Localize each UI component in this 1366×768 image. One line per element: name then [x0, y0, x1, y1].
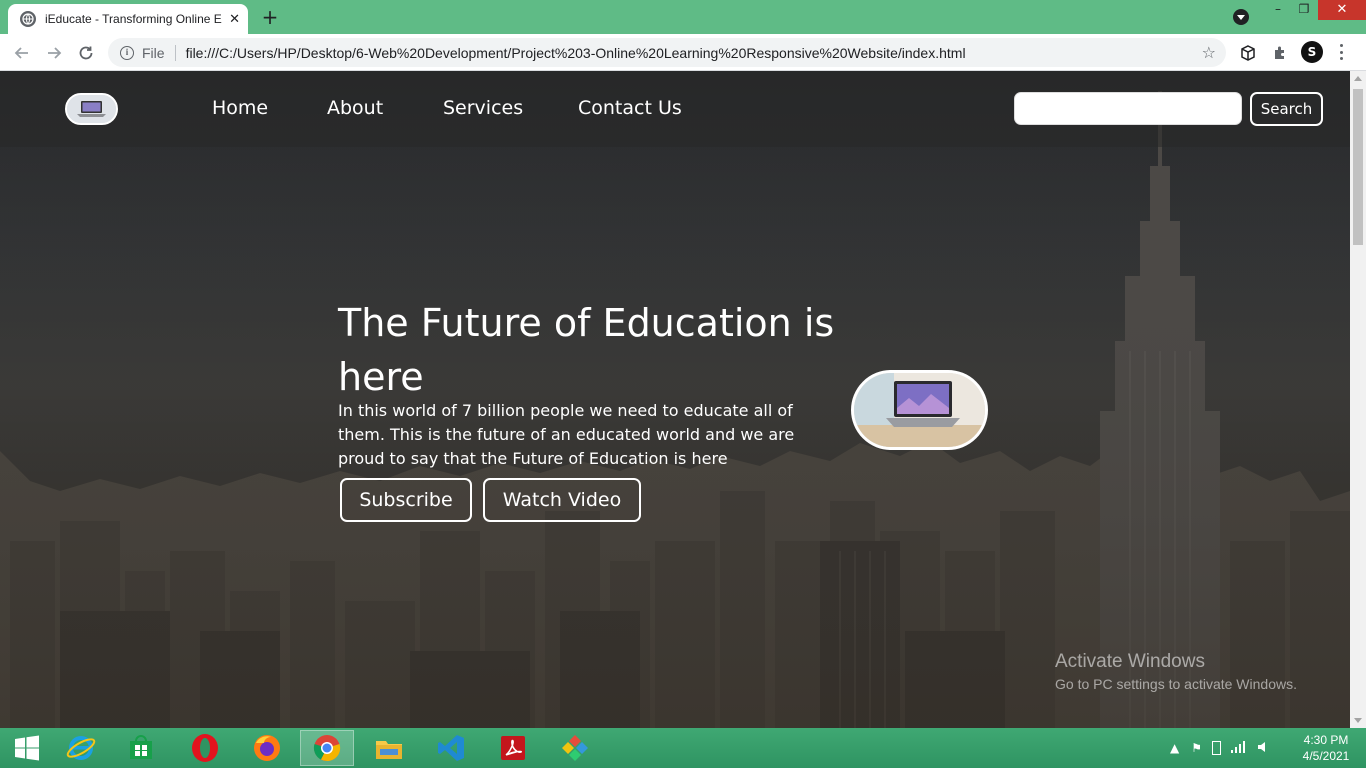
- tab-title: iEducate - Transforming Online E: [45, 12, 222, 26]
- scrollbar-thumb[interactable]: [1353, 89, 1363, 245]
- globe-icon: [20, 11, 36, 27]
- browser-titlebar: iEducate - Transforming Online E ✕ + – ❐…: [0, 0, 1366, 34]
- site-search-input[interactable]: [1014, 92, 1242, 125]
- clock-time: 4:30 PM: [1303, 733, 1349, 747]
- firefox-icon[interactable]: [240, 730, 294, 766]
- extensions-puzzle-icon[interactable]: [1270, 43, 1290, 63]
- browser-toolbar: i File file:///C:/Users/HP/Desktop/6-Web…: [0, 34, 1366, 71]
- watch-video-button[interactable]: Watch Video: [483, 478, 641, 522]
- url-separator: [174, 44, 176, 61]
- nav-link-services[interactable]: Services: [443, 97, 523, 119]
- pinned-app-icon[interactable]: [548, 730, 602, 766]
- acrobat-icon[interactable]: [486, 730, 540, 766]
- site-logo-laptop[interactable]: [65, 93, 118, 125]
- internet-explorer-icon[interactable]: [54, 730, 108, 766]
- watermark-title: Activate Windows: [1055, 651, 1205, 672]
- page-viewport: Home About Services Contact Us Search Th…: [0, 71, 1350, 728]
- battery-icon[interactable]: [1212, 741, 1221, 755]
- windows-taskbar: ▲ ⚑ 4:30 PM 4/5/2021: [0, 728, 1366, 768]
- window-close-button[interactable]: ✕: [1318, 0, 1366, 20]
- tray-overflow-icon[interactable]: ▲: [1170, 741, 1179, 755]
- site-search-button[interactable]: Search: [1250, 92, 1323, 126]
- nav-link-about[interactable]: About: [327, 97, 383, 119]
- chrome-icon[interactable]: [300, 730, 354, 766]
- hero-description: In this world of 7 billion people we nee…: [338, 401, 795, 468]
- nav-link-home[interactable]: Home: [212, 97, 268, 119]
- profile-avatar[interactable]: S: [1301, 41, 1323, 63]
- browser-menu-icon[interactable]: [1340, 44, 1344, 60]
- file-explorer-icon[interactable]: [362, 730, 416, 766]
- forward-arrow-icon[interactable]: [43, 42, 65, 64]
- minimize-button[interactable]: –: [1264, 0, 1292, 20]
- clock-date: 4/5/2021: [1302, 749, 1350, 763]
- site-navbar: Home About Services Contact Us Search: [0, 71, 1350, 147]
- back-arrow-icon[interactable]: [11, 42, 33, 64]
- site-info-icon[interactable]: i: [120, 45, 134, 60]
- vscode-icon[interactable]: [424, 730, 478, 766]
- network-signal-icon[interactable]: [1231, 740, 1247, 756]
- page-scrollbar[interactable]: [1350, 71, 1366, 728]
- watermark-subtitle: Go to PC settings to activate Windows.: [1055, 676, 1297, 692]
- tab-close-icon[interactable]: ✕: [229, 12, 240, 27]
- hero-title: The Future of Education is here: [338, 301, 835, 399]
- maximize-button[interactable]: ❐: [1290, 0, 1318, 20]
- subscribe-button[interactable]: Subscribe: [340, 478, 472, 522]
- browser-tab[interactable]: iEducate - Transforming Online E ✕: [8, 4, 248, 34]
- system-tray: ▲ ⚑: [1170, 728, 1269, 768]
- url-text[interactable]: file:///C:/Users/HP/Desktop/6-Web%20Deve…: [186, 45, 966, 61]
- scroll-up-icon[interactable]: [1354, 76, 1362, 81]
- scroll-down-icon[interactable]: [1354, 718, 1362, 723]
- new-tab-button[interactable]: +: [258, 6, 282, 28]
- activate-windows-watermark: Activate Windows Go to PC settings to ac…: [1055, 651, 1297, 692]
- windows-start-icon[interactable]: [0, 730, 54, 766]
- taskbar-clock[interactable]: 4:30 PM 4/5/2021: [1296, 732, 1356, 764]
- address-bar[interactable]: i File file:///C:/Users/HP/Desktop/6-Web…: [108, 38, 1226, 67]
- nav-link-contact[interactable]: Contact Us: [578, 97, 682, 119]
- store-icon[interactable]: [114, 730, 168, 766]
- reload-icon[interactable]: [75, 42, 97, 64]
- extension-cube-icon[interactable]: [1238, 43, 1258, 63]
- tab-search-icon[interactable]: [1233, 9, 1249, 25]
- hero-laptop-image: [851, 370, 988, 450]
- bookmark-star-icon[interactable]: ☆: [1202, 43, 1216, 62]
- action-center-flag-icon[interactable]: ⚑: [1191, 741, 1202, 755]
- volume-icon[interactable]: [1257, 741, 1269, 756]
- url-scheme: File: [142, 44, 165, 61]
- opera-icon[interactable]: [178, 730, 232, 766]
